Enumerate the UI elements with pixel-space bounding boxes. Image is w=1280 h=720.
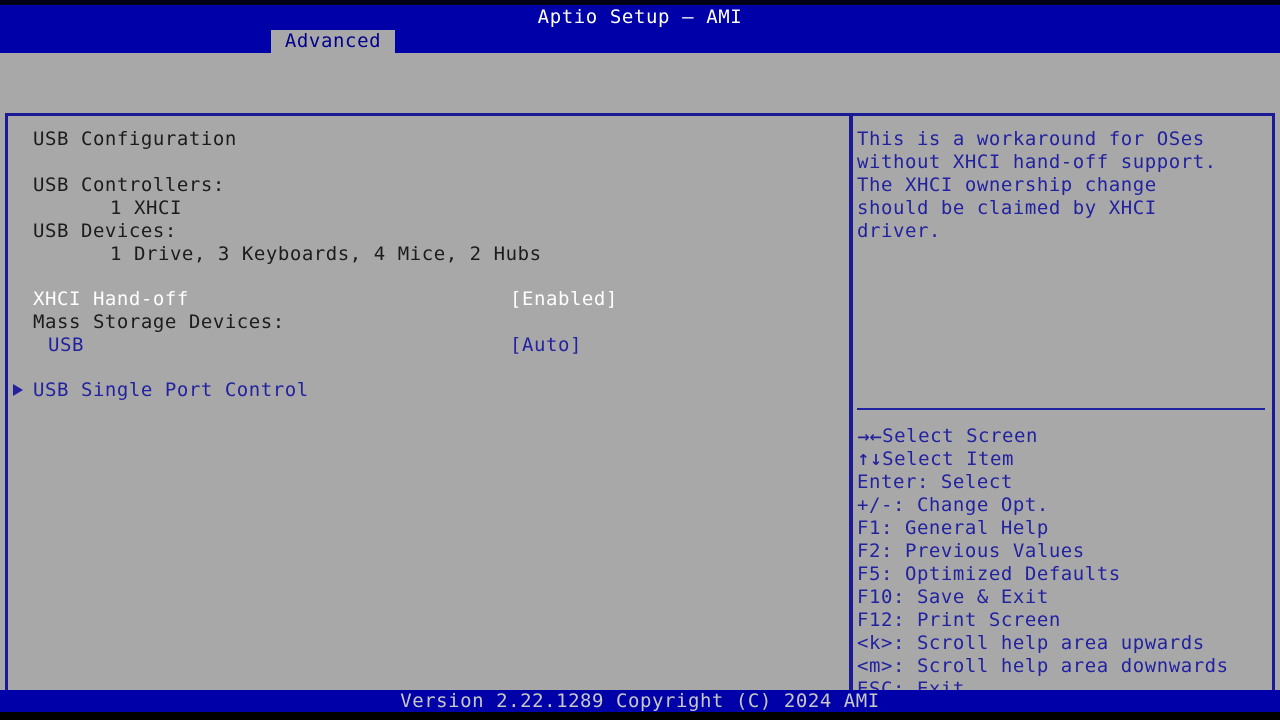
up-down-arrows-icon: ↑↓: [857, 451, 882, 469]
key-hint-select-item: ↑↓Select Item: [857, 448, 1014, 472]
key-hint-select-screen-label: Select Screen: [882, 425, 1038, 447]
submenu-arrow-icon: [13, 384, 23, 396]
help-text-line-3: The XHCI ownership change: [857, 174, 1267, 197]
version-text: Version 2.22.1289 Copyright (C) 2024 AMI: [0, 690, 1280, 712]
key-hint-f10: F10: Save & Exit: [857, 586, 1049, 609]
key-hint-f12: F12: Print Screen: [857, 609, 1061, 632]
usb-devices-label: USB Devices:: [33, 220, 177, 243]
setting-xhci-handoff-value[interactable]: [Enabled]: [510, 288, 618, 311]
status-bar: Version 2.22.1289 Copyright (C) 2024 AMI: [0, 690, 1280, 712]
tab-advanced[interactable]: Advanced: [271, 30, 395, 53]
help-text-line-2: without XHCI hand-off support.: [857, 151, 1267, 174]
page-title: Aptio Setup – AMI: [0, 5, 1280, 30]
setting-usb-device-value[interactable]: [Auto]: [510, 334, 582, 357]
usb-controllers-label: USB Controllers:: [33, 174, 225, 197]
key-hint-scroll-down: <m>: Scroll help area downwards: [857, 655, 1229, 678]
content-area: USB Configuration USB Controllers: 1 XHC…: [0, 53, 1280, 690]
usb-devices-value: 1 Drive, 3 Keyboards, 4 Mice, 2 Hubs: [110, 243, 542, 266]
help-text-line-1: This is a workaround for OSes: [857, 128, 1267, 151]
key-hint-f2: F2: Previous Values: [857, 540, 1085, 563]
submenu-usb-single-port-control[interactable]: USB Single Port Control: [33, 379, 309, 402]
key-hint-plus-minus: +/-: Change Opt.: [857, 494, 1049, 517]
setting-xhci-handoff-label[interactable]: XHCI Hand-off: [33, 288, 189, 311]
bios-setup-screen: Aptio Setup – AMI Advanced USB Configura…: [0, 0, 1280, 720]
bottom-letterbox-strip: [0, 712, 1280, 720]
key-hint-select-item-label: Select Item: [882, 448, 1014, 470]
key-hint-select-screen: →←Select Screen: [857, 425, 1038, 449]
help-separator-rule: [857, 408, 1265, 410]
key-hint-f5: F5: Optimized Defaults: [857, 563, 1121, 586]
right-left-arrows-icon: →←: [857, 428, 882, 446]
help-text-line-5: driver.: [857, 220, 1267, 243]
section-title: USB Configuration: [33, 128, 237, 151]
setting-usb-device-label[interactable]: USB: [48, 334, 84, 357]
key-hint-scroll-up: <k>: Scroll help area upwards: [857, 632, 1205, 655]
key-hint-enter: Enter: Select: [857, 471, 1013, 494]
mass-storage-devices-label: Mass Storage Devices:: [33, 311, 285, 334]
menu-bar: [0, 30, 1280, 53]
usb-controllers-value: 1 XHCI: [110, 197, 182, 220]
key-hint-f1: F1: General Help: [857, 517, 1049, 540]
help-text-line-4: should be claimed by XHCI: [857, 197, 1267, 220]
title-bar: Aptio Setup – AMI: [0, 5, 1280, 30]
